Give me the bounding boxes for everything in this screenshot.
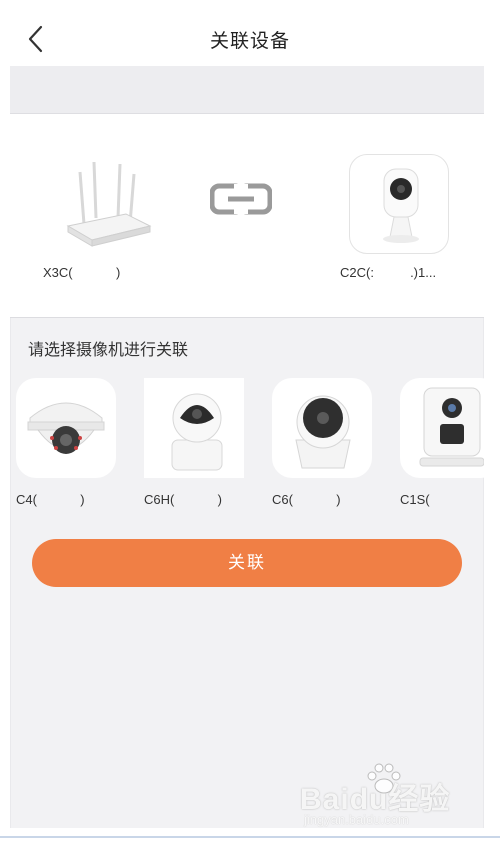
c1s-camera-image bbox=[400, 378, 484, 478]
c4-camera-image bbox=[16, 378, 116, 478]
camera-option-label: C6H( ) bbox=[144, 492, 223, 507]
select-camera-prompt: 请选择摄像机进行关联 bbox=[28, 342, 189, 359]
camera-option-c6[interactable]: C6( ) bbox=[272, 378, 372, 507]
camera-option-label: C1S( bbox=[400, 492, 430, 507]
c6h-camera-image bbox=[144, 378, 244, 478]
camera-option-label: C6( ) bbox=[272, 492, 341, 507]
router-image bbox=[66, 161, 152, 247]
camera-name: C2C(: .)1... bbox=[340, 265, 437, 280]
camera-option-c4[interactable]: C4( ) bbox=[16, 378, 116, 507]
bottom-divider bbox=[0, 836, 500, 838]
c2c-camera-image bbox=[349, 154, 449, 254]
watermark-url: jingyan.baidu.com bbox=[304, 812, 409, 827]
camera-option-c1s[interactable]: C1S( bbox=[400, 378, 484, 507]
link-icon bbox=[210, 183, 272, 215]
router-name: X3C( ) bbox=[43, 265, 121, 280]
linked-devices-card: X3C( ) C2C(: .)1... bbox=[10, 114, 484, 318]
nav-bar: 关联设备 bbox=[0, 0, 500, 66]
camera-option-c6h[interactable]: C6H( ) bbox=[144, 378, 244, 507]
page-title: 关联设备 bbox=[209, 31, 290, 52]
top-banner bbox=[10, 66, 484, 114]
camera-option-label: C4( ) bbox=[16, 492, 85, 507]
c6-camera-image bbox=[272, 378, 372, 478]
associate-button[interactable]: 关联 bbox=[32, 539, 462, 587]
watermark: Baidu经验 jingyan.baidu.com bbox=[300, 760, 460, 830]
